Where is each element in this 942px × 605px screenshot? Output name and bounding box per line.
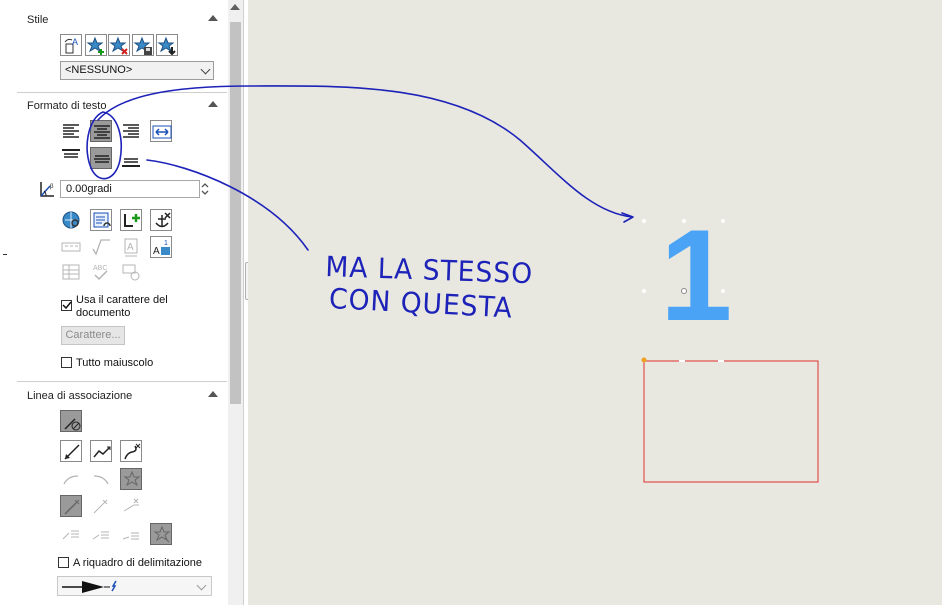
text-superscript-icon[interactable]: A1 <box>150 236 172 258</box>
align-top-icon[interactable] <box>60 147 82 169</box>
chevron-down-icon <box>200 64 211 75</box>
align-bottom-icon[interactable] <box>120 147 142 169</box>
section-divider <box>17 92 227 93</box>
all-caps-label: Tutto maiuscolo <box>76 357 154 369</box>
hyperlink-icon[interactable] <box>60 209 82 231</box>
no-leader-icon[interactable] <box>60 410 82 432</box>
all-caps-checkbox[interactable] <box>61 357 72 368</box>
font-button[interactable]: Carattere... <box>61 326 125 345</box>
leader-bent-icon[interactable] <box>90 440 112 462</box>
scroll-up-icon[interactable] <box>230 4 240 10</box>
leader-list-2-icon <box>90 523 112 545</box>
align-left-icon[interactable] <box>60 120 82 142</box>
text-overline-icon: A <box>120 236 142 258</box>
leader-all-icon[interactable] <box>150 523 172 545</box>
style-dropdown[interactable]: <NESSUNO> <box>60 61 214 80</box>
use-document-font-label: Usa il carattere del <box>76 294 168 306</box>
style-dropdown-value: <NESSUNO> <box>65 64 133 76</box>
note-handle <box>642 289 646 293</box>
leader-attach-2-icon <box>90 495 112 517</box>
use-document-font-label-line2: documento <box>76 307 131 319</box>
anchor-icon[interactable] <box>150 209 172 231</box>
leader-list-1-icon <box>60 523 82 545</box>
leader-left-icon <box>60 468 82 490</box>
use-document-font-checkbox[interactable] <box>61 300 72 311</box>
section-divider <box>17 381 227 382</box>
svg-text:ABC: ABC <box>93 265 107 272</box>
spell-check-icon: ABC <box>90 261 112 283</box>
property-manager-panel: Stile A <NESSUNO> Formato di testo β 0.0… <box>0 0 229 605</box>
style-apply-icon[interactable]: A <box>60 34 82 56</box>
leader-list-3-icon <box>120 523 142 545</box>
collapse-leader-icon[interactable] <box>208 391 218 397</box>
svg-text:A: A <box>127 242 134 253</box>
frame-checkbox[interactable] <box>58 557 69 568</box>
scrollbar-thumb[interactable] <box>230 22 241 404</box>
note-handle <box>642 219 646 223</box>
symbol-library-icon <box>120 261 142 283</box>
align-center-icon[interactable] <box>90 120 112 142</box>
leader-right-icon <box>90 468 112 490</box>
collapse-text-format-icon[interactable] <box>208 101 218 107</box>
angle-input[interactable]: 0.00gradi <box>60 180 200 198</box>
leader-spline-icon[interactable] <box>120 440 142 462</box>
note-text[interactable]: 1 <box>660 200 732 350</box>
svg-text:β: β <box>50 184 54 190</box>
align-right-icon[interactable] <box>120 120 142 142</box>
root-symbol-icon <box>90 236 112 258</box>
chevron-down-icon <box>196 580 207 591</box>
edge-tick <box>3 254 7 255</box>
stack-icon <box>60 236 82 258</box>
angle-input-value: 0.00gradi <box>66 183 112 195</box>
text-format-section-title: Formato di testo <box>27 100 107 112</box>
style-add-icon[interactable] <box>85 34 107 56</box>
style-save-icon[interactable] <box>132 34 154 56</box>
frame-anchor <box>641 357 647 363</box>
align-middle-icon[interactable] <box>90 147 112 169</box>
style-delete-icon[interactable] <box>108 34 130 56</box>
style-load-icon[interactable] <box>156 34 178 56</box>
leader-attach-icon[interactable] <box>60 495 82 517</box>
arrow-style-icon <box>62 580 117 593</box>
arrow-style-dropdown[interactable] <box>57 576 212 596</box>
svg-text:A: A <box>153 246 160 257</box>
link-property-icon[interactable] <box>90 209 112 231</box>
angle-spinner[interactable] <box>199 180 211 198</box>
collapse-style-icon[interactable] <box>208 15 218 21</box>
frame-label: A riquadro di delimitazione <box>73 557 203 569</box>
fit-text-icon[interactable] <box>150 120 172 142</box>
svg-text:1: 1 <box>164 240 168 247</box>
leader-nearest-icon[interactable] <box>120 468 142 490</box>
style-section-title: Stile <box>27 14 49 26</box>
angle-icon: β <box>38 180 56 198</box>
leader-section-title: Linea di associazione <box>27 390 133 402</box>
table-icon <box>60 261 82 283</box>
add-symbol-icon[interactable] <box>120 209 142 231</box>
svg-text:A: A <box>72 37 78 47</box>
leader-attach-3-icon <box>120 495 142 517</box>
note-frame-box <box>643 360 819 483</box>
leader-straight-icon[interactable] <box>60 440 82 462</box>
panel-scrollbar[interactable] <box>228 0 243 605</box>
